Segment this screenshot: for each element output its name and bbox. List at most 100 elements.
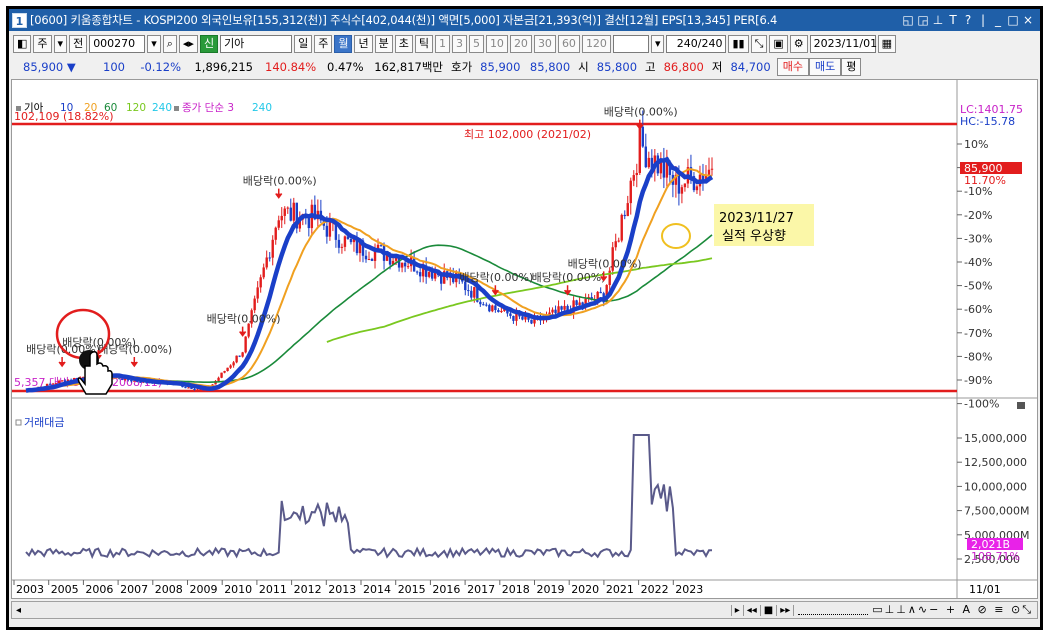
candle-body bbox=[229, 365, 232, 368]
candle-body bbox=[235, 355, 238, 363]
search-icon[interactable]: ⌕ bbox=[162, 35, 177, 53]
time-axis-tick: 2009 bbox=[190, 583, 218, 596]
time-axis[interactable]: 2003 2005 2006 2007 2008 2009 2010 2011 2012 2013… bbox=[13, 580, 703, 596]
num-60[interactable]: 60 bbox=[557, 35, 580, 53]
zoom-track[interactable] bbox=[798, 605, 869, 615]
candle-body bbox=[397, 257, 401, 268]
candle-body bbox=[268, 257, 271, 259]
time-axis-tick: 2005 bbox=[51, 583, 79, 596]
num-3[interactable]: 3 bbox=[451, 35, 467, 53]
price-axis-tick: -20% bbox=[964, 209, 992, 222]
candle-body bbox=[367, 258, 371, 260]
price-change-pct: -0.12% bbox=[140, 60, 181, 74]
scroll-first-icon[interactable]: ◂◂ bbox=[742, 604, 760, 616]
callout-box[interactable]: 2023/11/27 실적 우상향 bbox=[714, 204, 814, 246]
num-120[interactable]: 120 bbox=[581, 35, 611, 53]
layout-icon[interactable]: ◧ bbox=[13, 35, 32, 53]
stock-code-input[interactable]: 000270 bbox=[89, 35, 146, 53]
period-day[interactable]: 일 bbox=[294, 35, 313, 53]
drawing-tools[interactable]: ▭⊥⊥∧∿− + A ⊘ ≡ ⊙⤡ bbox=[872, 603, 1037, 617]
price-axis-tick: -10% bbox=[964, 185, 992, 198]
time-axis-tick: 2011 bbox=[259, 583, 287, 596]
candle-body bbox=[418, 272, 422, 277]
custom-period-input[interactable] bbox=[612, 35, 649, 53]
num-30[interactable]: 30 bbox=[533, 35, 556, 53]
period-tick[interactable]: 틱 bbox=[414, 35, 433, 53]
candle-body bbox=[415, 271, 419, 273]
candle-body bbox=[406, 266, 410, 268]
scroll-left-icon[interactable]: ◂ bbox=[12, 605, 25, 616]
prev-button[interactable]: 전 bbox=[69, 35, 88, 53]
candle-body bbox=[51, 383, 55, 385]
code-dropdown-icon[interactable]: ▾ bbox=[147, 35, 161, 53]
candle-body bbox=[488, 305, 491, 312]
candle-body bbox=[647, 157, 651, 168]
price-chart[interactable]: 기아 10 20 60 120 240 종가 단순 3 240 102,109 … bbox=[12, 80, 1037, 598]
pin-icon[interactable]: ⊥ bbox=[932, 13, 944, 27]
stock-name-field[interactable]: 기아 bbox=[220, 35, 293, 53]
candle-body bbox=[241, 352, 244, 357]
window-icon[interactable]: ◲ bbox=[917, 13, 929, 27]
scroll-last-icon[interactable]: ▸▸ bbox=[776, 604, 795, 616]
candle-body bbox=[253, 298, 256, 311]
calendar-icon[interactable]: ▦ bbox=[877, 35, 897, 53]
chart-area[interactable]: 기아 10 20 60 120 240 종가 단순 3 240 102,109 … bbox=[11, 79, 1038, 599]
candle-body bbox=[226, 367, 229, 372]
window-number-badge: 1 bbox=[12, 12, 27, 28]
type-select[interactable]: 주 bbox=[33, 35, 52, 53]
candle-body bbox=[247, 323, 250, 337]
candle-body bbox=[220, 372, 223, 378]
sound-icon[interactable]: ◂▸ bbox=[178, 35, 198, 53]
period-week[interactable]: 주 bbox=[314, 35, 333, 53]
eval-button[interactable]: 평 bbox=[841, 58, 862, 76]
highlight-circle-2023[interactable] bbox=[661, 223, 691, 249]
minimize-button[interactable]: _ bbox=[992, 13, 1004, 27]
panel-menu-icon[interactable] bbox=[1017, 402, 1025, 409]
candle-body bbox=[473, 287, 476, 298]
candle-body bbox=[512, 315, 515, 321]
legend-extra: 종가 단순 3 bbox=[182, 102, 234, 114]
candle-body bbox=[283, 208, 286, 216]
price-axis-tick: -100% bbox=[964, 398, 999, 411]
save-icon[interactable]: ▣ bbox=[769, 35, 788, 53]
candle-icon[interactable]: ▮▮ bbox=[728, 35, 749, 53]
draw-icon[interactable]: ⤡ bbox=[750, 35, 768, 53]
scroll-track[interactable] bbox=[25, 604, 731, 616]
chart-scrollbar[interactable]: ◂ ▸ ◂◂ ■ ▸▸ ▭⊥⊥∧∿− + A ⊘ ≡ ⊙⤡ bbox=[11, 601, 1038, 619]
period-month[interactable]: 월 bbox=[334, 35, 353, 53]
maximize-button[interactable]: □ bbox=[1007, 13, 1019, 27]
period-year[interactable]: 년 bbox=[354, 35, 373, 53]
volume-ratio: 140.84% bbox=[265, 60, 317, 74]
candle-body bbox=[280, 215, 283, 221]
stop-icon[interactable]: ■ bbox=[759, 604, 776, 616]
title-bar[interactable]: 1 [0600] 키움종합차트 - KOSPI200 외국인보유[155,312… bbox=[9, 9, 1040, 31]
num-10[interactable]: 10 bbox=[485, 35, 508, 53]
font-icon[interactable]: T bbox=[947, 13, 959, 27]
buy-button[interactable]: 매수 bbox=[776, 58, 809, 76]
candle-body bbox=[256, 287, 259, 299]
restore-icon[interactable]: ◱ bbox=[902, 13, 914, 27]
low-label: 저 bbox=[711, 60, 723, 74]
period-second[interactable]: 초 bbox=[394, 35, 413, 53]
num-1[interactable]: 1 bbox=[434, 35, 450, 53]
candle-body bbox=[184, 387, 187, 389]
custom-dropdown-icon[interactable]: ▾ bbox=[650, 35, 665, 53]
num-20[interactable]: 20 bbox=[509, 35, 532, 53]
high-label: 고 bbox=[645, 60, 656, 74]
gear-icon[interactable]: ⚙ bbox=[789, 35, 808, 53]
scroll-right-icon[interactable]: ▸ bbox=[730, 604, 743, 616]
price-axis-tick: -70% bbox=[964, 327, 992, 340]
candle-body bbox=[494, 305, 497, 311]
dividend-arrow bbox=[58, 356, 66, 368]
type-dropdown-icon[interactable]: ▾ bbox=[53, 35, 68, 53]
help-icon[interactable]: ? bbox=[962, 13, 974, 27]
num-5[interactable]: 5 bbox=[468, 35, 484, 53]
candle-body bbox=[566, 305, 569, 311]
date-field[interactable]: 2023/11/01 bbox=[809, 35, 877, 53]
period-minute[interactable]: 분 bbox=[374, 35, 393, 53]
legend-ma240: 240 bbox=[152, 102, 172, 114]
sell-button[interactable]: 매도 bbox=[808, 58, 842, 76]
count-field[interactable]: 240/240 bbox=[666, 35, 727, 53]
close-button[interactable]: × bbox=[1022, 13, 1034, 27]
separator: | bbox=[980, 13, 986, 27]
